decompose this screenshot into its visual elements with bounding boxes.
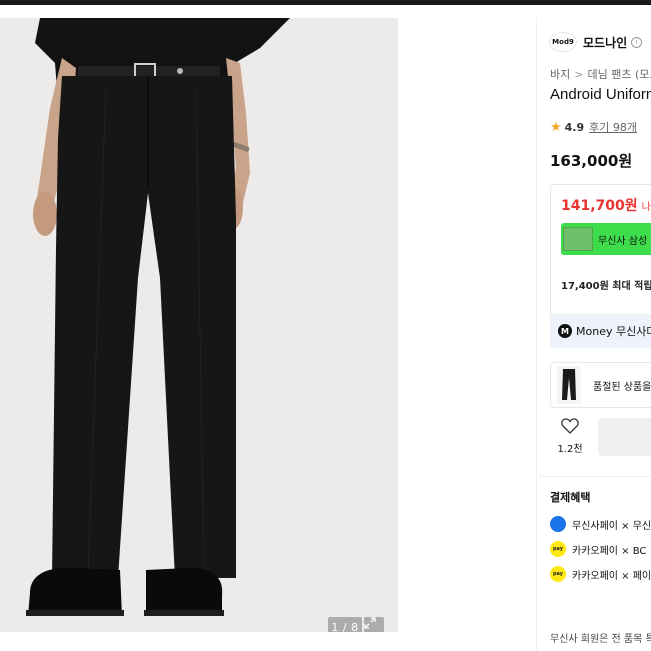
- points-value: 17,400원 최대 적립: [561, 281, 651, 292]
- kakao-pay-icon: pay: [550, 541, 566, 557]
- musinsa-money-banner[interactable]: M Money 무신사머: [550, 314, 651, 348]
- rating-row: ★ 4.9 후기 98개: [550, 119, 637, 135]
- image-counter: 1 / 8: [328, 617, 362, 632]
- like-count: 1.2천: [557, 444, 583, 455]
- soldout-thumbnail: [557, 366, 581, 404]
- payment-row-text: 카카오페이 × BC: [572, 545, 647, 557]
- money-text: Money 무신사머: [576, 325, 651, 338]
- soldout-text: 품절된 상품을: [593, 381, 651, 393]
- member-notice: 무신사 회원은 전 품목 특: [550, 634, 651, 645]
- product-price: 163,000원: [550, 152, 633, 170]
- soldout-notice[interactable]: 품절된 상품을: [550, 362, 651, 408]
- musinsa-pay-icon: [550, 516, 566, 532]
- points-text: 17,400원 최대 적립: [561, 277, 651, 292]
- pane-divider: [536, 18, 537, 651]
- rating-value: 4.9: [564, 120, 585, 134]
- benefit-price-suffix: 나의: [641, 202, 651, 213]
- review-link[interactable]: 후기 98개: [589, 119, 637, 135]
- section-divider: [539, 476, 651, 477]
- breadcrumb: 바지 >데님 팬츠 (모드나: [550, 66, 651, 82]
- card-image: [563, 227, 593, 251]
- brand-row[interactable]: Mod9 모드나인 i: [549, 32, 643, 52]
- info-icon[interactable]: i: [631, 36, 643, 48]
- benefit-price: 141,700원나의: [561, 195, 651, 215]
- kakao-pay-icon: pay: [550, 566, 566, 582]
- product-photo: [0, 18, 398, 632]
- payment-row[interactable]: pay 카카오페이 × BC: [550, 541, 646, 557]
- benefit-box: 141,700원나의 무신사 삼성 17,400원 최대 적립: [550, 184, 651, 320]
- breadcrumb-separator: >: [574, 68, 584, 81]
- payment-row[interactable]: 무신사페이 × 무신: [550, 516, 651, 532]
- benefit-price-value: 141,700원: [561, 198, 638, 214]
- card-promo-banner[interactable]: 무신사 삼성: [561, 223, 651, 255]
- card-promo-text: 무신사 삼성: [598, 235, 648, 247]
- brand-logo[interactable]: Mod9: [549, 32, 577, 52]
- product-info-panel: Mod9 모드나인 i 바지 >데님 팬츠 (모드나 Android Unifor…: [539, 18, 651, 651]
- payment-benefits-title: 결제혜택: [550, 491, 591, 504]
- breadcrumb-item-pants[interactable]: 바지: [550, 68, 570, 81]
- payment-row[interactable]: pay 카카오페이 × 페이: [550, 566, 651, 582]
- heart-icon: [561, 418, 579, 434]
- purchase-button[interactable]: [598, 418, 651, 456]
- brand-name[interactable]: 모드나인: [583, 34, 627, 51]
- top-bar: [0, 0, 651, 5]
- payment-row-text: 카카오페이 × 페이: [572, 570, 651, 582]
- like-button[interactable]: 1.2천: [549, 418, 591, 455]
- product-image[interactable]: 1 / 8: [0, 18, 398, 632]
- payment-row-text: 무신사페이 × 무신: [572, 520, 651, 532]
- breadcrumb-item-denim[interactable]: 데님 팬츠 (모드나: [587, 68, 651, 81]
- expand-icon[interactable]: [364, 617, 384, 632]
- product-title: Android Uniform: [550, 86, 651, 103]
- money-icon: M: [558, 324, 572, 338]
- star-icon: ★: [550, 119, 562, 135]
